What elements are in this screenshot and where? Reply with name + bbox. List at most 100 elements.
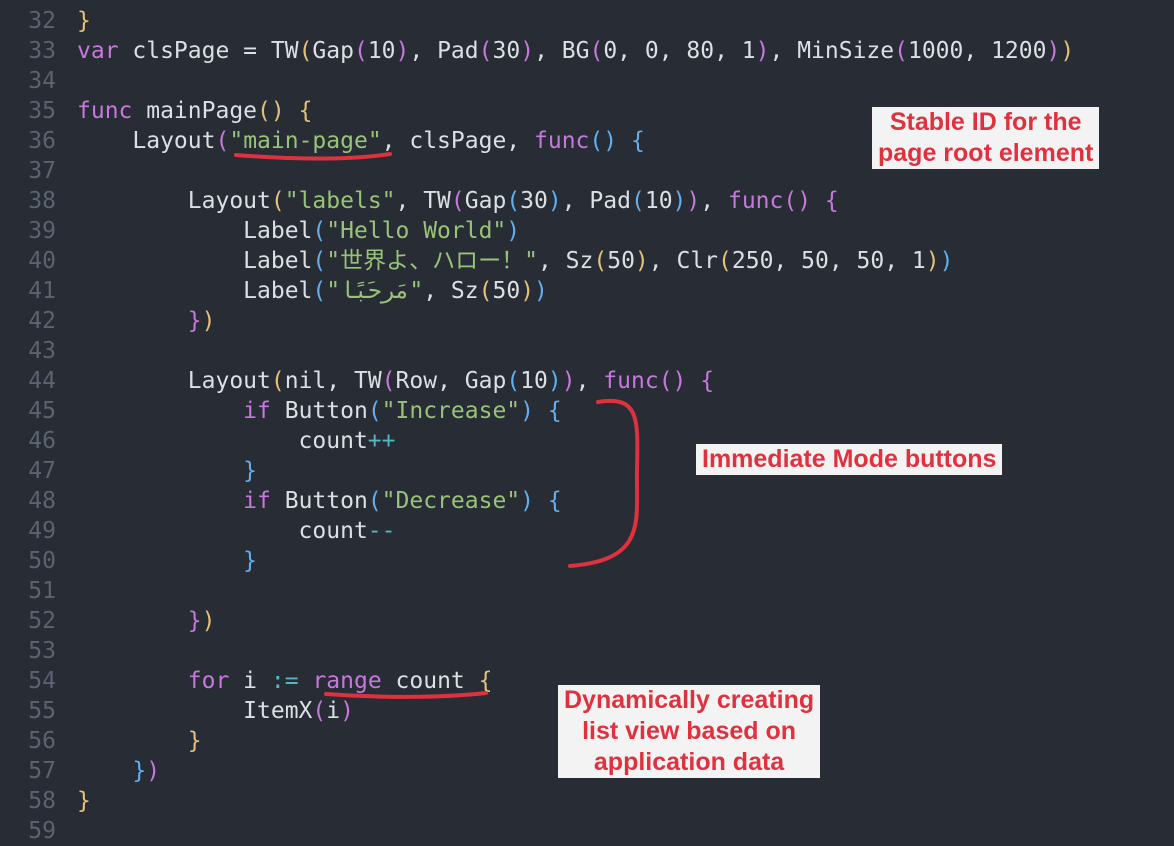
code-text[interactable]: func mainPage() { [77, 96, 312, 126]
code-token: for [187, 668, 230, 694]
code-line[interactable]: 53 [0, 636, 1174, 666]
code-token: , clsPage, [381, 128, 534, 154]
stable-id-annotation-line: page root element [878, 139, 1094, 167]
code-text[interactable]: var clsPage = TW(Gap(10), Pad(30), BG(0,… [77, 36, 1074, 66]
code-text[interactable]: Label("مَرحَبًا", Sz(50)) [77, 276, 548, 306]
code-token: } [77, 788, 91, 814]
code-token: ) [547, 368, 562, 394]
code-token: { [478, 668, 493, 694]
code-token: ( [353, 38, 368, 64]
code-line[interactable]: 44 Layout(nil, TW(Row, Gap(10)), func() … [0, 366, 1174, 396]
code-token: { [630, 128, 645, 154]
code-token: , Pad [561, 188, 631, 214]
code-text[interactable]: Layout("main-page", clsPage, func() { [77, 126, 645, 156]
code-token: count [77, 518, 368, 544]
code-token: () [589, 128, 618, 154]
code-text[interactable]: Label("世界よ、ハロー！", Sz(50), Clr(250, 50, 5… [77, 246, 953, 276]
code-text[interactable]: ItemX(i) [77, 696, 354, 726]
code-text[interactable]: } [77, 726, 202, 756]
code-line[interactable]: 38 Layout("labels", TW(Gap(30), Pad(10))… [0, 186, 1174, 216]
code-token: } [187, 308, 202, 334]
code-line[interactable]: 49 count-- [0, 516, 1174, 546]
code-token: ( [298, 38, 313, 64]
line-number: 33 [28, 38, 56, 64]
code-line[interactable]: 33 var clsPage = TW(Gap(10), Pad(30), BG(… [0, 36, 1174, 66]
code-text[interactable]: if Button("Decrease") { [77, 486, 562, 516]
code-text[interactable]: count-- [77, 516, 396, 546]
code-line[interactable]: 43 [0, 336, 1174, 366]
line-number: 49 [28, 518, 56, 544]
code-token: ) [520, 398, 535, 424]
code-text[interactable]: } [77, 6, 91, 36]
code-line[interactable]: 32} [0, 6, 1174, 36]
code-line[interactable]: 45 if Button("Increase") { [0, 396, 1174, 426]
code-token: ( [630, 188, 645, 214]
code-token: ) [634, 248, 649, 274]
code-token: ) [506, 218, 521, 244]
code-line[interactable]: 42 }) [0, 306, 1174, 336]
code-token: } [243, 548, 258, 574]
line-number: 42 [28, 308, 56, 334]
code-token: 10 [520, 368, 548, 394]
code-token: ( [506, 188, 521, 214]
code-token: Gap [312, 38, 354, 64]
code-token: ) [925, 248, 940, 274]
code-line[interactable]: 48 if Button("Decrease") { [0, 486, 1174, 516]
code-line[interactable]: 52 }) [0, 606, 1174, 636]
code-token: if [243, 398, 271, 424]
code-line[interactable]: 50 } [0, 546, 1174, 576]
code-text[interactable]: count++ [77, 426, 396, 456]
line-number: 46 [28, 428, 56, 454]
code-token: "世界よ、ハロー！" [326, 248, 538, 274]
code-token: Label [77, 248, 313, 274]
code-line[interactable]: 58} [0, 786, 1174, 816]
code-text[interactable]: } [77, 786, 91, 816]
code-token: "labels" [284, 188, 396, 214]
code-token: "مَرحَبًا" [326, 278, 424, 304]
code-token: Label [77, 278, 313, 304]
code-line[interactable]: 39 Label("Hello World") [0, 216, 1174, 246]
code-token: ( [593, 248, 608, 274]
line-number: 50 [28, 548, 56, 574]
code-text[interactable]: if Button("Increase") { [77, 396, 562, 426]
line-number: 54 [28, 668, 56, 694]
code-text[interactable]: Layout(nil, TW(Row, Gap(10)), func() { [77, 366, 714, 396]
line-number: 36 [28, 128, 56, 154]
code-token: ( [589, 38, 604, 64]
code-text[interactable]: }) [77, 606, 216, 636]
code-token: 30 [492, 38, 521, 64]
code-text[interactable]: }) [77, 306, 216, 336]
line-number: 45 [28, 398, 56, 424]
code-token: func [534, 128, 590, 154]
code-token: { [700, 368, 715, 394]
code-token: "main-page" [229, 128, 382, 154]
code-text[interactable]: Label("Hello World") [77, 216, 520, 246]
code-line[interactable]: 41 Label("مَرحَبًا", Sz(50)) [0, 276, 1174, 306]
code-token: ) [672, 188, 687, 214]
code-token: func [603, 368, 659, 394]
immediate-mode-annotation-line: Immediate Mode buttons [702, 445, 997, 473]
line-number: 58 [28, 788, 56, 814]
code-token: i [326, 698, 341, 724]
code-token: ) [201, 608, 216, 634]
code-text[interactable]: } [77, 546, 257, 576]
line-number: 38 [28, 188, 56, 214]
code-line[interactable]: 34 [0, 66, 1174, 96]
code-line[interactable]: 51 [0, 576, 1174, 606]
code-token: -- [367, 518, 396, 544]
code-token: } [187, 728, 202, 754]
code-line[interactable]: 40 Label("世界よ、ハロー！", Sz(50), Clr(250, 50… [0, 246, 1174, 276]
code-token: ) [534, 278, 548, 304]
code-text[interactable]: }) [77, 756, 160, 786]
line-number: 40 [28, 248, 56, 274]
code-text[interactable]: } [77, 456, 257, 486]
code-text[interactable]: for i := range count { [77, 666, 493, 696]
code-text[interactable]: Layout("labels", TW(Gap(30), Pad(10)), f… [77, 186, 839, 216]
